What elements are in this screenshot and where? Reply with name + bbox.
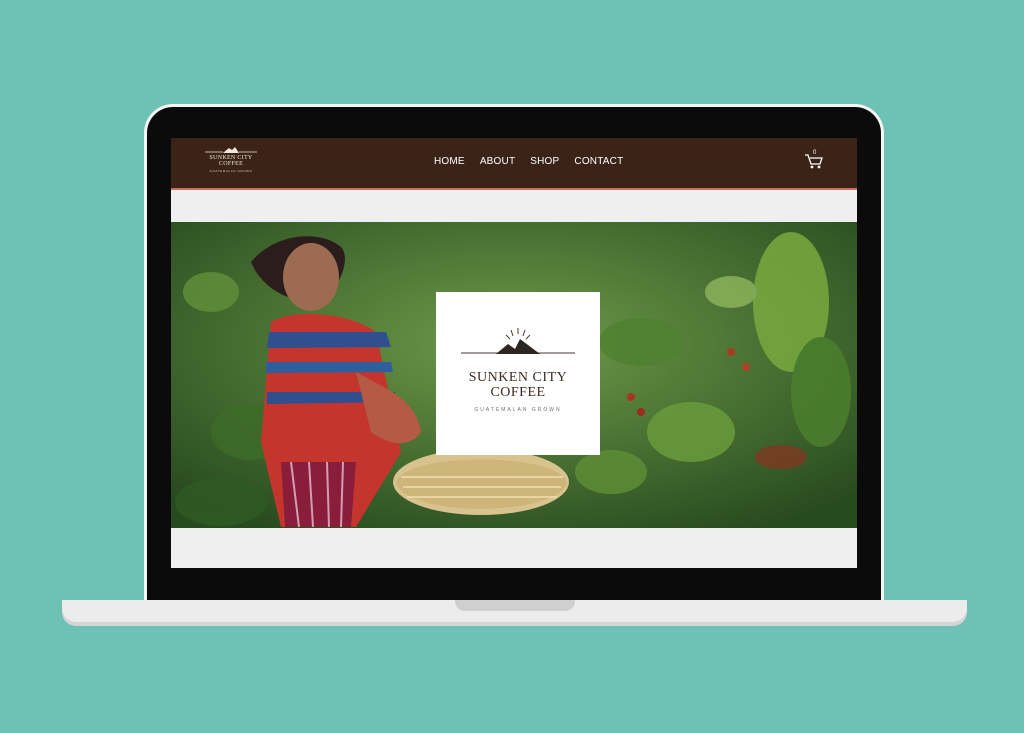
laptop-base [62,600,967,622]
main-nav: HOME ABOUT SHOP CONTACT [434,156,623,167]
hero-image: SUNKEN CITY COFFEE GUATEMALAN GROWN [171,222,857,528]
trackpad-notch [455,600,575,611]
hero-logo-line1: SUNKEN CITY [468,370,568,385]
brand-name-line2: COFFEE [218,161,244,167]
site-header: SUNKEN CITY COFFEE GUATEMALAN GROWN HOME… [171,138,857,190]
logo-card: SUNKEN CITY COFFEE GUATEMALAN GROWN [436,292,600,455]
cart-count: 0 [813,150,817,156]
mountain-emblem-icon [461,328,575,354]
nav-shop[interactable]: SHOP [530,156,559,167]
hero-logo-line2: COFFEE [490,385,546,400]
brand-tagline: GUATEMALAN GROWN [209,169,253,173]
website-screen: SUNKEN CITY COFFEE GUATEMALAN GROWN HOME… [171,138,857,568]
mountain-icon [205,147,257,153]
brand-logo[interactable]: SUNKEN CITY COFFEE GUATEMALAN GROWN [201,145,261,181]
cart-button[interactable]: 0 [804,150,824,170]
nav-about[interactable]: ABOUT [480,156,515,167]
nav-home[interactable]: HOME [434,156,465,167]
hero-logo-tagline: GUATEMALAN GROWN [474,407,562,413]
nav-contact[interactable]: CONTACT [574,156,623,167]
